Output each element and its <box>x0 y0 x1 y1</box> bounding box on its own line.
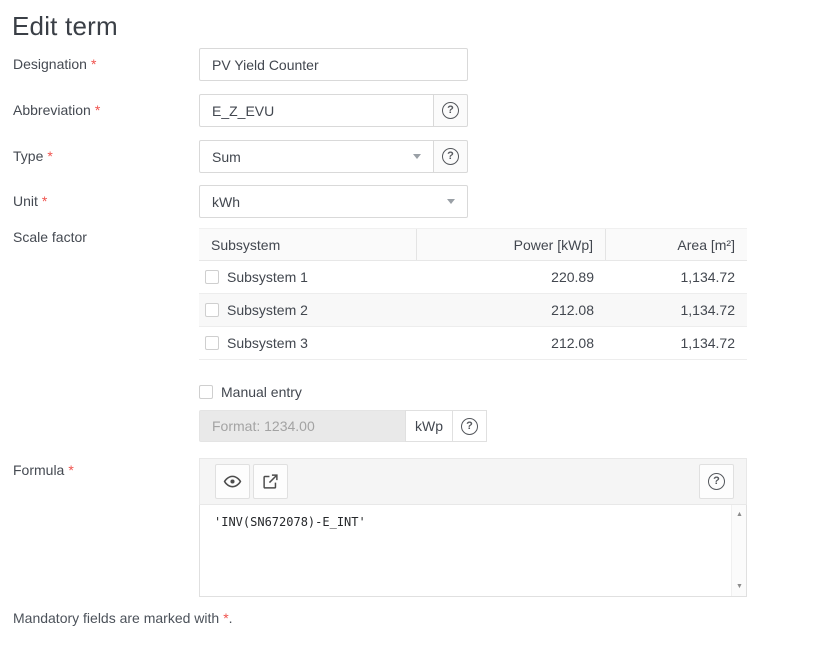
external-link-icon <box>262 473 279 490</box>
manual-entry-row: Manual entry <box>199 384 302 400</box>
area-value: 1,134.72 <box>606 335 747 351</box>
table-row: Subsystem 3 212.08 1,134.72 <box>199 327 747 360</box>
type-select[interactable]: Sum <box>199 140 434 173</box>
table-row: Subsystem 2 212.08 1,134.72 <box>199 294 747 327</box>
manual-entry-checkbox[interactable] <box>199 385 213 399</box>
unit-select[interactable]: kWh <box>199 185 468 218</box>
required-marker: * <box>91 56 96 72</box>
column-header-power: Power [kWp] <box>417 229 606 260</box>
help-icon: ? <box>461 418 478 435</box>
manual-value-help-addon[interactable]: ? <box>452 410 487 442</box>
scroll-up-icon[interactable]: ▲ <box>732 511 747 518</box>
subsystem-name: Subsystem 1 <box>227 269 308 285</box>
power-value: 212.08 <box>417 302 606 318</box>
manual-entry-label: Manual entry <box>221 384 302 400</box>
power-value: 220.89 <box>417 269 606 285</box>
preview-button[interactable] <box>215 464 250 499</box>
subsystem-table: Subsystem Power [kWp] Area [m²] Subsyste… <box>199 228 747 360</box>
table-row: Subsystem 1 220.89 1,134.72 <box>199 261 747 294</box>
power-value: 212.08 <box>417 335 606 351</box>
scroll-down-icon[interactable]: ▼ <box>732 583 747 590</box>
unit-addon: kWp <box>405 410 453 442</box>
scale-factor-label: Scale factor <box>13 229 87 245</box>
row-checkbox[interactable] <box>205 336 219 350</box>
eye-icon <box>223 472 242 491</box>
column-header-subsystem: Subsystem <box>199 229 417 260</box>
help-icon: ? <box>442 148 459 165</box>
designation-input[interactable] <box>199 48 468 81</box>
chevron-down-icon <box>413 154 421 159</box>
column-header-area: Area [m²] <box>606 229 747 260</box>
formula-textarea[interactable]: 'INV(SN672078)-E_INT' ▲ ▼ <box>199 505 747 597</box>
abbreviation-help-addon[interactable]: ? <box>433 94 468 127</box>
edit-term-form: Edit term Designation* Abbreviation* Typ… <box>0 0 816 669</box>
required-marker: * <box>47 148 52 164</box>
formula-toolbar: ? <box>199 458 747 505</box>
mandatory-fields-note: Mandatory fields are marked with*. <box>13 610 233 626</box>
row-checkbox[interactable] <box>205 303 219 317</box>
required-marker: * <box>42 193 47 209</box>
type-label: Type* <box>13 148 53 164</box>
unit-selected-value: kWh <box>212 194 240 210</box>
formula-editor: ? 'INV(SN672078)-E_INT' ▲ ▼ <box>199 458 747 597</box>
table-header-row: Subsystem Power [kWp] Area [m²] <box>199 228 747 261</box>
formula-label: Formula* <box>13 462 74 478</box>
type-help-addon[interactable]: ? <box>433 140 468 173</box>
open-external-button[interactable] <box>253 464 288 499</box>
type-selected-value: Sum <box>212 149 241 165</box>
subsystem-name: Subsystem 3 <box>227 335 308 351</box>
formula-help-button[interactable]: ? <box>699 464 734 499</box>
manual-value-input <box>199 410 406 442</box>
help-icon: ? <box>442 102 459 119</box>
formula-value: 'INV(SN672078)-E_INT' <box>214 515 366 529</box>
abbreviation-label: Abbreviation* <box>13 102 100 118</box>
abbreviation-input[interactable] <box>199 94 434 127</box>
required-marker: * <box>68 462 73 478</box>
unit-label: Unit* <box>13 193 47 209</box>
chevron-down-icon <box>447 199 455 204</box>
required-marker: * <box>95 102 100 118</box>
scrollbar[interactable]: ▲ ▼ <box>731 505 746 596</box>
area-value: 1,134.72 <box>606 269 747 285</box>
designation-label: Designation* <box>13 56 96 72</box>
page-title: Edit term <box>12 11 118 42</box>
help-icon: ? <box>708 473 725 490</box>
area-value: 1,134.72 <box>606 302 747 318</box>
subsystem-name: Subsystem 2 <box>227 302 308 318</box>
row-checkbox[interactable] <box>205 270 219 284</box>
